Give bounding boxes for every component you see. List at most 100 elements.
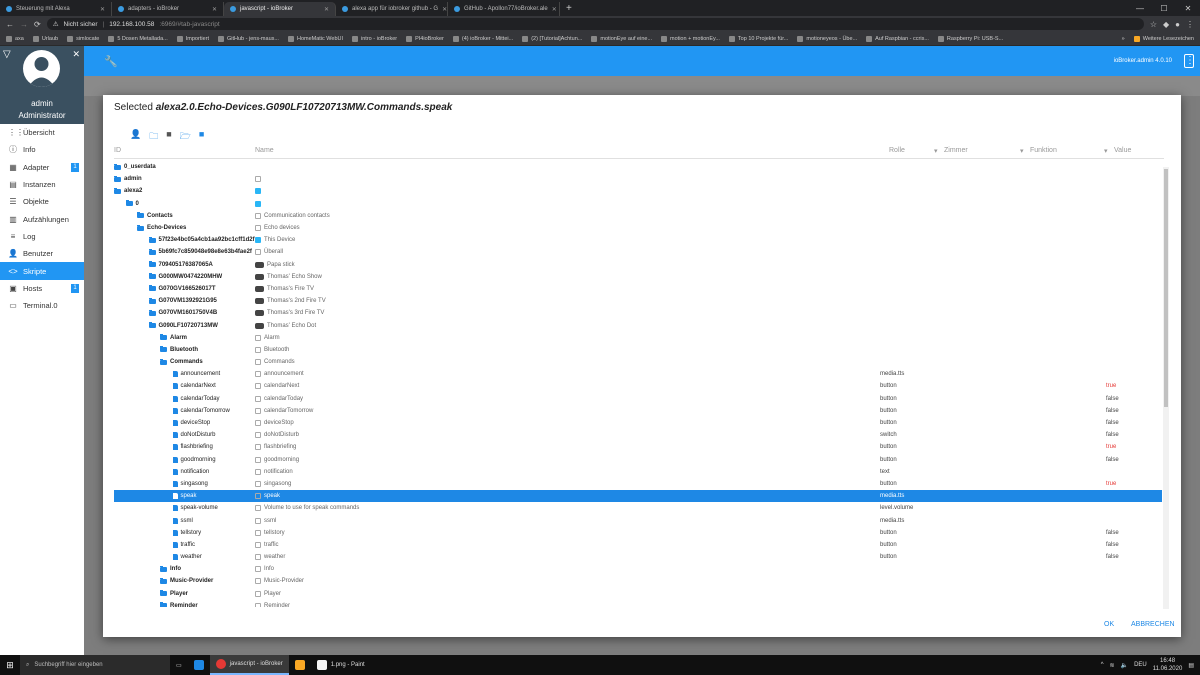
menu-icon[interactable]: ⋮	[1186, 20, 1194, 29]
col-function[interactable]: Funktion	[1030, 147, 1057, 154]
tree-row[interactable]: G070VM1392921G95 Thomas's 2nd Fire TV	[114, 295, 1162, 307]
tree-row[interactable]: traffic traffic button false	[114, 539, 1162, 551]
sidebar-item-adapter[interactable]: ▦ Adapter 1	[0, 159, 84, 176]
tree-row[interactable]: Alarm Alarm	[114, 332, 1162, 344]
tree-row[interactable]: G070GV166526017T Thomas's Fire TV	[114, 283, 1162, 295]
col-id[interactable]: ID	[114, 147, 121, 154]
close-tab-icon[interactable]: ✕	[212, 6, 217, 13]
tree-row[interactable]: Commands Commands	[114, 356, 1162, 368]
sidebar-item-terminal-0[interactable]: ▭ Terminal.0	[0, 297, 84, 314]
tree-scrollbar[interactable]	[1163, 167, 1169, 609]
more-icon[interactable]: ⋮	[1184, 54, 1195, 68]
close-tab-icon[interactable]: ✕	[442, 6, 447, 13]
sidebar-item--bersicht[interactable]: ⋮⋮ Übersicht	[0, 124, 84, 141]
tree-row[interactable]: flashbriefing flashbriefing button true	[114, 441, 1162, 453]
col-name[interactable]: Name	[255, 147, 274, 154]
close-tab-icon[interactable]: ✕	[100, 6, 105, 13]
wrench-icon[interactable]: 🔧	[104, 55, 118, 68]
wifi-icon[interactable]: ≋	[1110, 662, 1115, 669]
reload-icon[interactable]: ⟳	[34, 20, 41, 29]
folder-open-icon[interactable]: 🗁	[180, 129, 191, 145]
bookmark[interactable]: Raspberry Pi: USB-S...	[937, 35, 1003, 42]
bookmark[interactable]: Importiert	[176, 35, 209, 42]
tree-row[interactable]: speak speak media.tts	[114, 490, 1162, 503]
browser-tab[interactable]: alexa app für iobroker github - G ✕	[336, 2, 448, 16]
taskbar-search[interactable]: ⌕ Suchbegriff hier eingeben	[20, 655, 170, 675]
user-filter-icon[interactable]: 👤	[130, 129, 141, 145]
col-value[interactable]: Value	[1114, 147, 1131, 154]
sidebar-item-log[interactable]: ≡ Log	[0, 228, 84, 245]
profile-icon[interactable]: ●	[1175, 20, 1180, 29]
sidebar-item-aufz-hlungen[interactable]: ▥ Aufzählungen	[0, 210, 84, 227]
bookmark[interactable]: simlocate	[67, 35, 99, 42]
notifications-icon[interactable]: ▤	[1188, 662, 1194, 669]
new-tab-button[interactable]: +	[560, 2, 578, 16]
other-bookmarks[interactable]: Weitere Lesezeichen	[1133, 35, 1194, 42]
tree-row[interactable]: ssml ssml media.tts	[114, 514, 1162, 526]
tree-row[interactable]: 5b69fc7c859048e98e8e63b4fae2f Überall	[114, 246, 1162, 258]
col-function-sort-icon[interactable]: ▾	[1020, 147, 1024, 155]
tree-row[interactable]: calendarToday calendarToday button false	[114, 393, 1162, 405]
browser-tab[interactable]: GitHub - Apollon77/ioBroker.ale ✕	[448, 2, 560, 16]
col-role[interactable]: Rolle	[889, 147, 905, 154]
back-icon[interactable]: ←	[6, 20, 14, 29]
col-room-sort-icon[interactable]: ▾	[934, 147, 938, 155]
sidebar-item-hosts[interactable]: ▣ Hosts 1	[0, 280, 84, 297]
bookmark[interactable]: 5 Dosen Metallada...	[108, 35, 168, 42]
tree-row[interactable]: Music-Provider Music-Provider	[114, 575, 1162, 587]
tree-row[interactable]: Reminder Reminder	[114, 600, 1162, 607]
col-value-sort-icon[interactable]: ▾	[1104, 147, 1108, 155]
tree-row[interactable]: weather weather button false	[114, 551, 1162, 563]
clock[interactable]: 16:48 11.06.2020	[1153, 657, 1183, 673]
browser-tab[interactable]: javascript - ioBroker ✕	[224, 2, 336, 16]
sidebar-item-objekte[interactable]: ☰ Objekte	[0, 193, 84, 210]
bookmark[interactable]: Urlaub	[32, 35, 58, 42]
volume-icon[interactable]: 🔈	[1121, 662, 1128, 669]
avatar[interactable]	[23, 50, 60, 87]
browser-tab[interactable]: Steuerung mit Alexa ✕	[0, 2, 112, 16]
tree-row[interactable]: tellstory tellstory button false	[114, 527, 1162, 539]
bookmark[interactable]: axa	[6, 35, 24, 42]
tray-chevron-icon[interactable]: ^	[1101, 662, 1104, 668]
bookmark[interactable]: motionEye auf eine...	[591, 35, 652, 42]
tree-row[interactable]: Player Player	[114, 588, 1162, 600]
ok-button[interactable]: OK	[1104, 621, 1114, 628]
sidebar-item-info[interactable]: ⓘ Info	[0, 141, 84, 158]
sidebar-item-benutzer[interactable]: 👤 Benutzer	[0, 245, 84, 262]
tree-row[interactable]: 57f23e4bc05a4cb1aa92bc1cff1d2f This Devic…	[114, 234, 1162, 246]
bookmark[interactable]: Auf Raspbian - ccris...	[866, 35, 929, 42]
tree-row[interactable]: alexa2	[114, 185, 1162, 197]
task-view-icon[interactable]: ▭	[170, 655, 188, 675]
tree-row[interactable]: G090LF10720713MW Thomas' Echo Dot	[114, 319, 1162, 331]
taskbar-app-chrome[interactable]: javascript - ioBroker	[209, 655, 289, 675]
tree-row[interactable]: 709405176387065A Papa stick	[114, 259, 1162, 271]
tree-row[interactable]: doNotDisturb doNotDisturb switch false	[114, 429, 1162, 441]
tree-row[interactable]: deviceStop deviceStop button false	[114, 417, 1162, 429]
tree-row[interactable]: G070VM1601750V4B Thomas's 3rd Fire TV	[114, 307, 1162, 319]
tree-row[interactable]: 0_userdata	[114, 161, 1162, 173]
bookmark[interactable]: GitHub - jens-maus...	[218, 35, 279, 42]
minimize-icon[interactable]: —	[1128, 4, 1152, 13]
close-icon[interactable]: ✕	[72, 49, 80, 60]
forward-icon[interactable]: →	[20, 20, 28, 29]
folder-expand-icon[interactable]: ■	[199, 129, 204, 145]
extension-icon[interactable]: ◆	[1163, 20, 1169, 29]
bookmark[interactable]: intro - ioBroker	[352, 35, 397, 42]
tree-row[interactable]: singasong singasong button true	[114, 478, 1162, 490]
tree-row[interactable]: speak-volume Volume to use for speak comm…	[114, 502, 1162, 514]
url-field[interactable]: ⚠ Nicht sicher | 192.168.100.58:6969/#ta…	[46, 18, 1144, 30]
bookmark[interactable]: PI4ioBroker	[406, 35, 444, 42]
bookmark[interactable]: motion + motionEy...	[661, 35, 720, 42]
tree-row[interactable]: Bluetooth Bluetooth	[114, 344, 1162, 356]
tree-row[interactable]: admin	[114, 173, 1162, 185]
close-tab-icon[interactable]: ✕	[324, 6, 329, 13]
browser-tab[interactable]: adapters - ioBroker ✕	[112, 2, 224, 16]
tree-row[interactable]: Contacts Communication contacts	[114, 210, 1162, 222]
explorer-icon[interactable]	[289, 655, 311, 675]
bookmark[interactable]: HomeMatic WebUI	[287, 35, 343, 42]
tree-row[interactable]: announcement announcement media.tts	[114, 368, 1162, 380]
folder-icon[interactable]: ■	[166, 129, 171, 145]
window-close-icon[interactable]: ✕	[1176, 4, 1200, 13]
tree-row[interactable]: goodmorning goodmorning button false	[114, 454, 1162, 466]
col-room[interactable]: Zimmer	[944, 147, 968, 154]
